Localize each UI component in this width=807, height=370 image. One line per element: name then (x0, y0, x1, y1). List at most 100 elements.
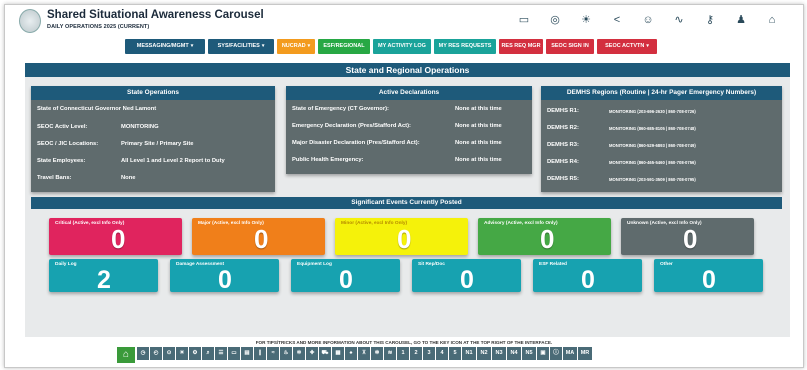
event-tile-log[interactable]: Other 0 (654, 259, 763, 294)
declaration-value: None at this time (455, 106, 502, 112)
info-icon[interactable]: ⓘ (550, 347, 562, 360)
number-button-N4[interactable]: N4 (507, 347, 521, 360)
truck-icon[interactable]: ⛟ (319, 347, 331, 360)
building-icon[interactable]: ▦ (332, 347, 344, 360)
clock-icon[interactable]: ◴ (150, 347, 162, 360)
region-value: MONITORING (860-529-6893 | 860-708-0749) (609, 143, 696, 148)
active-declarations-card: Active Declarations State of Emergency (… (286, 86, 532, 174)
gear-icon[interactable]: ⚙ (189, 347, 201, 360)
event-tile-label: ESF Related (539, 262, 567, 267)
number-button-N2[interactable]: N2 (477, 347, 491, 360)
event-tile-log[interactable]: Equipment Log 0 (291, 259, 400, 294)
event-tile-count: 0 (254, 224, 269, 254)
pin-icon[interactable]: ⊙ (163, 347, 175, 360)
region-label: DEMHS R3: (547, 142, 579, 148)
nav-button-label: SEOC SIGN IN (551, 43, 589, 49)
monitor-icon[interactable]: ▭ (228, 347, 240, 360)
sun-icon[interactable]: ☀ (176, 347, 188, 360)
event-tile-severity[interactable]: Unknown (Active, excl Info Only) 0 (621, 218, 754, 255)
event-tile-log[interactable]: Damage Assessment 0 (170, 259, 279, 294)
monitor-icon[interactable]: ▭ (517, 13, 531, 27)
chevron-down-icon: ▾ (307, 43, 311, 49)
nav-button-label: NUCRAD (281, 43, 306, 49)
event-tile-count: 0 (460, 266, 474, 294)
nav-button-3[interactable]: ESF/REGIONAL (318, 39, 370, 54)
number-button-3[interactable]: 3 (423, 347, 435, 360)
state-row-label: State Employees: (37, 158, 86, 164)
state-row-label: Travel Bans: (37, 175, 72, 181)
number-button-N1[interactable]: N1 (462, 347, 476, 360)
flood-icon[interactable]: ≈ (267, 347, 279, 360)
home-button[interactable]: ⌂ (117, 347, 135, 363)
state-operations-title: State Operations (31, 86, 275, 100)
number-button-5[interactable]: 5 (449, 347, 461, 360)
event-tile-count: 0 (111, 224, 126, 254)
search-icon[interactable]: ⌕ (202, 347, 214, 360)
declaration-value: None at this time (455, 140, 502, 146)
nav-button-1[interactable]: SYS/FACILITIES ▾ (208, 39, 274, 54)
demhs-regions-title: DEMHS Regions (Routine | 24-hr Pager Eme… (541, 86, 782, 100)
button-ma[interactable]: MA (563, 347, 577, 360)
fire-icon[interactable]: ♨ (280, 347, 292, 360)
declaration-value: None at this time (455, 157, 502, 163)
home-icon[interactable]: ⌂ (765, 13, 779, 27)
nav-button-0[interactable]: MESSAGING/MGMT ▾ (125, 39, 205, 54)
event-tile-label: Damage Assessment (176, 262, 225, 267)
media-icon[interactable]: ▣ (537, 347, 549, 360)
number-button-4[interactable]: 4 (436, 347, 448, 360)
alarm-icon[interactable]: ◷ (137, 347, 149, 360)
share-icon[interactable]: < (610, 13, 624, 27)
nav-button-6[interactable]: RES REQ MGR (499, 39, 543, 54)
number-button-N3[interactable]: N3 (492, 347, 506, 360)
list-icon[interactable]: ☰ (215, 347, 227, 360)
event-tile-count: 0 (581, 266, 595, 294)
nav-button-label: MY RES REQUESTS (438, 43, 492, 49)
event-tile-severity[interactable]: Major (Active, excl Info Only) 0 (192, 218, 325, 255)
hospital-icon[interactable]: ✚ (306, 347, 318, 360)
chevron-down-icon: ▾ (190, 43, 194, 49)
key-icon[interactable]: ⚷ (703, 13, 717, 27)
road-icon[interactable]: ∥ (254, 347, 266, 360)
nav-button-2[interactable]: NUCRAD ▾ (277, 39, 315, 54)
number-button-2[interactable]: 2 (410, 347, 422, 360)
event-tile-log[interactable]: Sit Rep/Doc 0 (412, 259, 521, 294)
button-mr[interactable]: MR (578, 347, 592, 360)
tower-icon[interactable]: ⊼ (358, 347, 370, 360)
radar-icon[interactable]: ◎ (548, 13, 562, 27)
nav-button-7[interactable]: SEOC SIGN IN (546, 39, 594, 54)
nav-button-label: MY ACTIVITY LOG (378, 43, 426, 49)
number-button-1[interactable]: 1 (397, 347, 409, 360)
number-button-N5[interactable]: N5 (522, 347, 536, 360)
region-label: DEMHS R5: (547, 176, 579, 182)
nav-button-4[interactable]: MY ACTIVITY LOG (373, 39, 431, 54)
footer-note: FOR TIPS/TRICKS AND MORE INFORMATION ABO… (255, 340, 553, 345)
snow-icon[interactable]: ✻ (371, 347, 383, 360)
nav-button-8[interactable]: SEOC ACTVTN ▾ (597, 39, 657, 54)
person-icon[interactable]: ☺ (641, 13, 655, 27)
app-subtitle: DAILY OPERATIONS 2025 (CURRENT) (47, 24, 150, 30)
users-icon[interactable]: ♟ (734, 13, 748, 27)
wind-icon[interactable]: ≋ (384, 347, 396, 360)
state-row-value: All Level 1 and Level 2 Report to Duty (121, 158, 225, 164)
app-title: Shared Situational Awareness Carousel (47, 9, 264, 21)
declaration-label: Major Disaster Declaration (Pres/Staffor… (292, 140, 420, 146)
event-tile-log[interactable]: ESF Related 0 (533, 259, 642, 294)
nav-button-label: SYS/FACILITIES (217, 43, 260, 49)
event-tile-severity[interactable]: Advisory (Active, excl Info Only) 0 (478, 218, 611, 255)
nav-button-5[interactable]: MY RES REQUESTS (434, 39, 496, 54)
event-tile-severity[interactable]: Critical (Active, excl Info Only) 0 (49, 218, 182, 255)
active-declarations-title: Active Declarations (286, 86, 532, 100)
chart-icon[interactable]: ▤ (241, 347, 253, 360)
flame-icon[interactable]: ♠ (345, 347, 357, 360)
line-chart-icon[interactable]: ∿ (672, 13, 686, 27)
nav-button-label: MESSAGING/MGMT (136, 43, 189, 49)
event-tile-label: Other (660, 262, 673, 267)
event-tile-count: 0 (540, 224, 555, 254)
event-tile-count: 0 (702, 266, 716, 294)
region-value: MONITORING (860-465-5460 | 860-708-0756) (609, 160, 696, 165)
virus-icon[interactable]: ✲ (293, 347, 305, 360)
sun-icon[interactable]: ☀ (579, 13, 593, 27)
event-tile-severity[interactable]: Minor (Active, excl Info Only) 0 (335, 218, 468, 255)
region-label: DEMHS R1: (547, 108, 579, 114)
event-tile-log[interactable]: Daily Log 2 (49, 259, 158, 294)
